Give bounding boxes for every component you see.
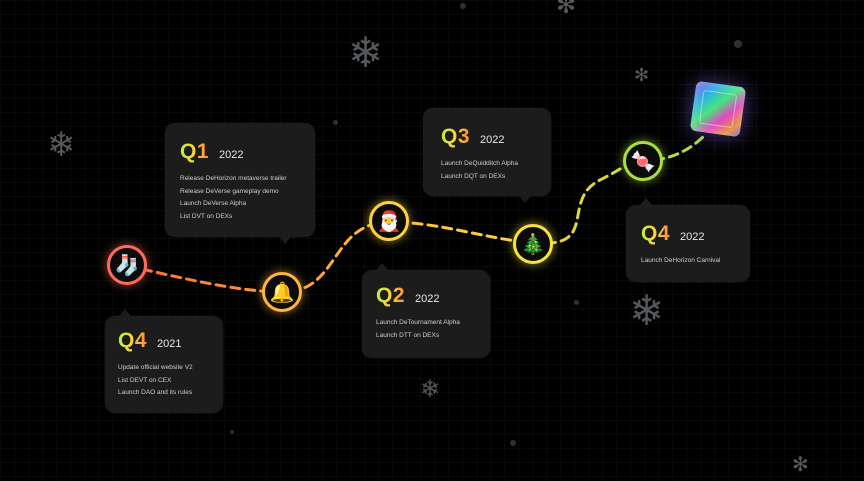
list-item: Launch DeQuidditch Alpha	[441, 160, 518, 167]
roadmap-stage: ❄ ❄ ✻ ✻ ❄ ❄ ✻ Q4 2021 Update official we…	[0, 0, 864, 481]
list-item: List DVT on DEXs	[180, 212, 233, 220]
christmas-stocking-icon: 🧦	[107, 245, 147, 285]
snowflake-icon: ❄	[629, 287, 665, 334]
list-item: Launch DeHorizon Carnival	[641, 257, 721, 264]
snowflake-icon: ✻	[634, 65, 650, 85]
snow-dot	[510, 440, 516, 446]
snow-dot	[230, 430, 234, 434]
quarter-label: Q4	[118, 329, 148, 352]
holographic-gift-cube-icon	[689, 80, 747, 138]
snow-dot	[734, 40, 742, 48]
list-item: Release DeHorizon metaverse trailer	[180, 175, 287, 182]
year-label: 2022	[480, 134, 505, 146]
list-item: Launch DAO and its rules	[118, 389, 193, 396]
quarter-label: Q3	[441, 125, 471, 148]
milestone-card-q1-2022: Q1 2022 Release DeHorizon metaverse trai…	[165, 123, 315, 244]
milestone-list: Launch DeTournament Alpha Launch DTT on …	[376, 317, 490, 342]
snowflake-icon: ✻	[792, 454, 809, 476]
year-label: 2022	[680, 231, 705, 243]
card-tail	[519, 196, 531, 203]
year-label: 2021	[157, 338, 182, 350]
quarter-label: Q4	[641, 222, 671, 245]
list-item: Update official website V2	[118, 364, 193, 371]
milestone-card-q2-2022: Q2 2022 Launch DeTournament Alpha Launch…	[362, 263, 490, 358]
christmas-bells-icon: 🔔	[262, 272, 302, 312]
quarter-label: Q1	[180, 140, 210, 163]
list-item: Launch DQT on DEXs	[441, 172, 506, 180]
year-label: 2022	[219, 149, 244, 161]
snowflake-icon: ❄	[420, 376, 441, 403]
list-item: Launch DeTournament Alpha	[376, 319, 460, 326]
year-label: 2022	[415, 293, 440, 305]
milestone-list: Launch DeHorizon Carnival	[641, 255, 750, 268]
christmas-tree-icon: 🎄	[513, 224, 553, 264]
milestone-list: Release DeHorizon metaverse trailer Rele…	[180, 173, 315, 223]
snowflake-icon: ✻	[556, 0, 577, 19]
list-item: Launch DeVerse Alpha	[180, 200, 247, 207]
snowflake-icon: ❄	[47, 126, 76, 164]
milestone-card-q4-2022: Q4 2022 Launch DeHorizon Carnival	[626, 198, 750, 282]
list-item: List DEVT on CEX	[118, 376, 172, 384]
card-tail	[640, 198, 652, 205]
snow-dot	[574, 300, 579, 305]
card-tail	[376, 263, 388, 270]
list-item: Release DeVerse gameplay demo	[180, 187, 279, 195]
candy-cane-icon: 🍬	[623, 141, 663, 181]
milestone-list: Update official website V2 List DEVT on …	[118, 362, 223, 400]
snow-dot	[460, 3, 466, 9]
milestone-card-q3-2022: Q3 2022 Launch DeQuidditch Alpha Launch …	[423, 108, 551, 203]
list-item: Launch DTT on DEXs	[376, 331, 440, 339]
card-tail	[119, 309, 131, 316]
snow-dot	[333, 120, 338, 125]
card-tail	[279, 237, 291, 244]
milestone-list: Launch DeQuidditch Alpha Launch DQT on D…	[441, 158, 551, 183]
snowflake-icon: ❄	[348, 29, 384, 76]
quarter-label: Q2	[376, 284, 406, 307]
santa-hat-icon: 🎅	[369, 201, 409, 241]
milestone-card-q4-2021: Q4 2021 Update official website V2 List …	[105, 309, 223, 413]
